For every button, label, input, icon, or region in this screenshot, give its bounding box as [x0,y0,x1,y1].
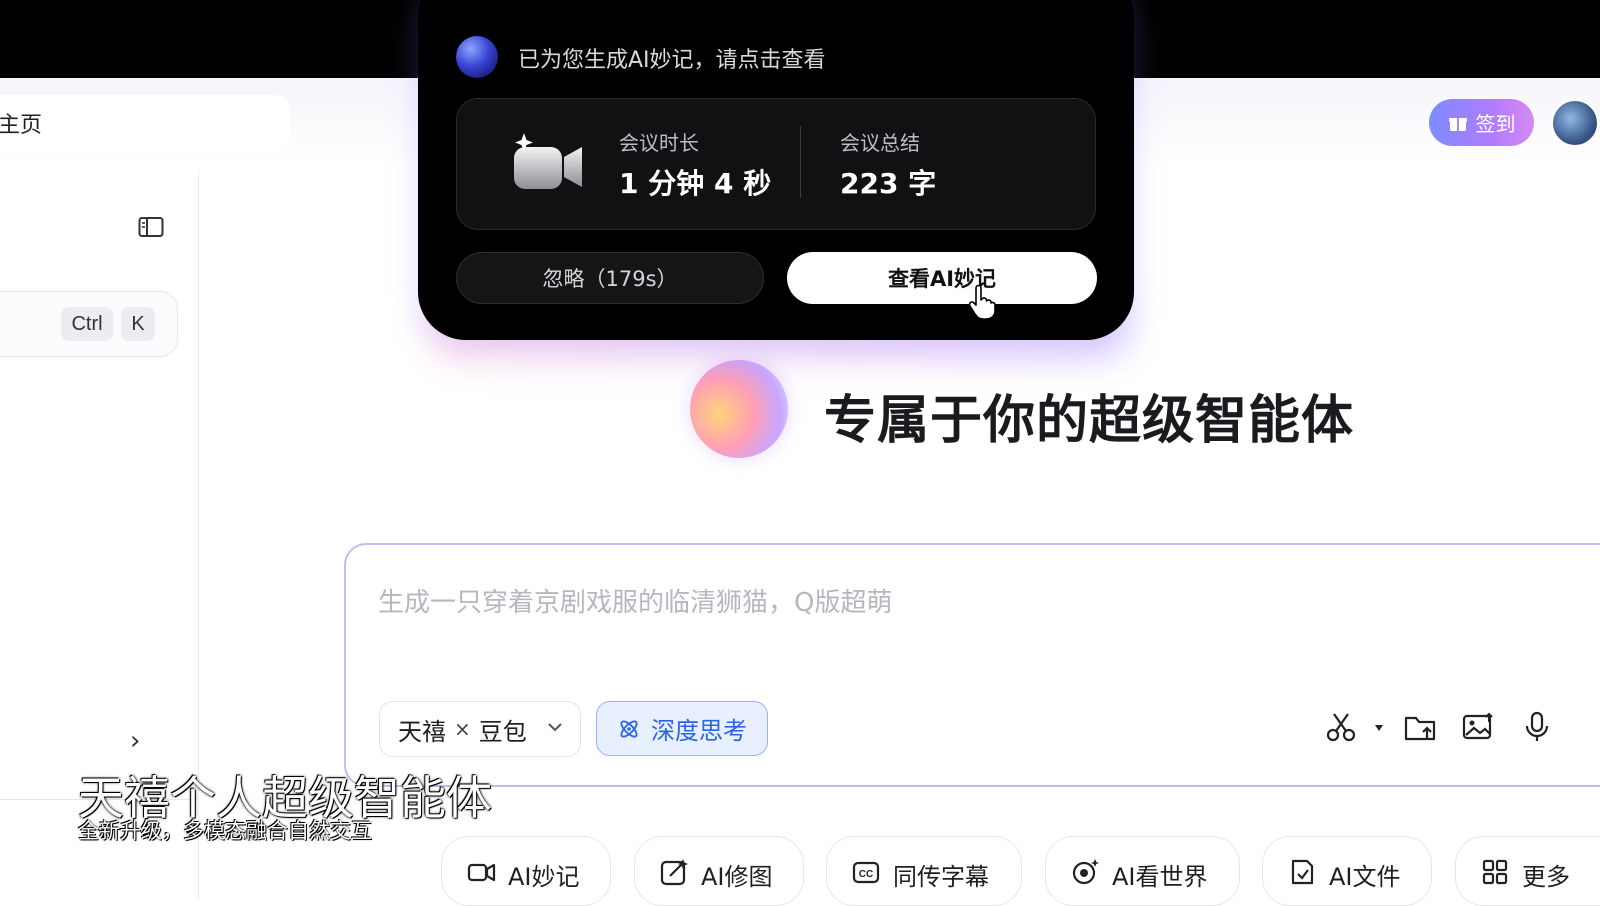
model-name-left: 天禧 [398,717,446,746]
quick-action-ai-vision[interactable]: AI看世界 [1045,836,1240,906]
quick-action-label: AI看世界 [1112,863,1208,891]
model-separator: × [454,717,471,741]
summary-value: 223 字 [840,167,937,200]
scissors-icon[interactable] [1324,710,1358,744]
model-name-right: 豆包 [478,717,527,746]
quick-action-ai-files[interactable]: AI文件 [1262,836,1432,906]
eye-sparkle-icon [1072,859,1099,885]
image-upload-icon[interactable] [1461,710,1495,744]
video-camera-sparkle-icon [514,133,582,189]
chevron-down-icon [548,723,562,732]
quick-action-label: AI修图 [701,863,773,891]
atom-icon [620,719,638,738]
quick-action-label: 同传字幕 [893,863,989,891]
quick-action-live-captions[interactable]: CC 同传字幕 [826,836,1022,906]
quick-action-label: AI妙记 [508,863,580,891]
home-tab[interactable]: 主页 [0,95,290,151]
duration-value: 1 分钟 4 秒 [619,167,772,200]
stats-divider [800,126,801,198]
cc-icon: CC [852,861,880,884]
quick-action-ai-photo-edit[interactable]: AI修图 [634,836,804,906]
quick-action-more[interactable]: 更多 [1455,836,1600,906]
shortcut-key-ctrl: Ctrl [61,307,113,341]
model-selector[interactable]: 天禧 × 豆包 [379,701,581,757]
file-icon [1291,859,1314,885]
sidebar-collapse-icon[interactable] [138,216,164,238]
gift-icon [1448,117,1467,131]
prompt-input-placeholder[interactable]: 生成一只穿着京剧戏服的临清狮猫，Q版超萌 [378,582,892,619]
hand-cursor-icon [968,284,996,320]
quick-action-label: 更多 [1522,863,1570,891]
folder-upload-icon[interactable] [1403,710,1437,744]
microphone-icon[interactable] [1520,710,1554,744]
shortcut-key-k: K [121,307,155,341]
hero-title: 专属于你的超级智能体 [824,391,1355,451]
caret-down-icon[interactable] [1372,710,1386,744]
duration-label: 会议时长 [619,131,699,155]
quick-action-ai-minutes[interactable]: AI妙记 [441,836,611,906]
assistant-orb-icon [456,36,498,78]
deep-think-label: 深度思考 [651,717,747,745]
assistant-orb-logo [690,360,788,458]
notification-title: 已为您生成AI妙记，请点击查看 [518,48,826,73]
avatar[interactable] [1551,99,1599,147]
view-ai-minutes-button[interactable]: 查看AI妙记 [787,252,1097,304]
ignore-button[interactable]: 忽略（179s） [456,252,764,304]
summary-label: 会议总结 [840,131,920,155]
sidebar-expand-chevron-icon[interactable]: › [130,726,140,756]
deep-think-toggle[interactable]: 深度思考 [596,701,768,756]
home-tab-label: 主页 [0,113,43,138]
svg-text:CC: CC [859,869,873,880]
grid-icon [1482,859,1508,885]
image-edit-icon [660,859,688,886]
quick-action-label: AI文件 [1329,863,1401,891]
video-caption-subtitle: 全新升级，多模态融合自然交互 [78,819,372,843]
video-note-icon [467,863,496,882]
checkin-button[interactable]: 签到 [1429,99,1534,146]
checkin-label: 签到 [1475,112,1516,136]
